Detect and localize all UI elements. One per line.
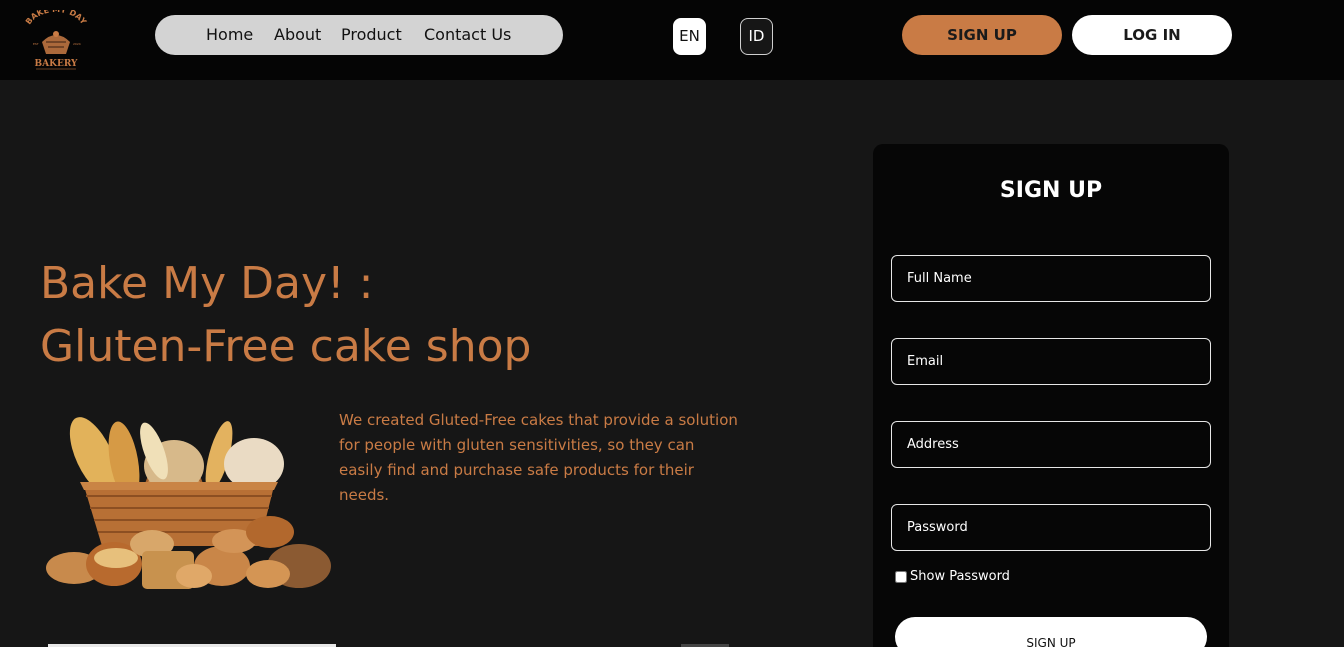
address-input[interactable]	[891, 421, 1211, 468]
nav-home[interactable]: Home	[206, 26, 253, 44]
show-password-toggle[interactable]: Show Password	[895, 569, 1010, 584]
header-login-button[interactable]: LOG IN	[1072, 15, 1232, 55]
svg-text:EST: EST	[33, 42, 39, 46]
svg-text:2024: 2024	[73, 42, 81, 46]
main-nav: Home About Product Contact Us	[155, 15, 563, 55]
header-signup-button[interactable]: SIGN UP	[902, 15, 1062, 55]
signup-submit-button[interactable]: SIGN UP	[895, 617, 1207, 647]
nav-contact-us[interactable]: Contact Us	[424, 26, 511, 44]
nav-product[interactable]: Product	[341, 26, 402, 44]
lang-id-button[interactable]: ID	[740, 18, 773, 55]
hero-title-line2: Gluten-Free cake shop	[40, 321, 532, 372]
full-name-input[interactable]	[891, 255, 1211, 302]
hero-title-line1: Bake My Day! :	[40, 258, 374, 309]
hero-description: We created Gluted-Free cakes that provid…	[339, 411, 738, 504]
logo-bakery-text: BAKERY	[35, 59, 78, 69]
email-input[interactable]	[891, 338, 1211, 385]
signup-form-card: SIGN UP Show Password SIGN UP	[873, 144, 1229, 647]
nav-about[interactable]: About	[274, 26, 321, 44]
lang-en-button[interactable]: EN	[673, 18, 706, 55]
top-header: BAKE MY DAY EST 2024 BAKERY Home About P…	[0, 0, 1344, 80]
logo-arc-text: BAKE MY DAY	[24, 10, 88, 26]
show-password-label: Show Password	[910, 569, 1010, 584]
hero-title: Bake My Day! : Gluten-Free cake shop	[40, 252, 660, 378]
bread-basket-image	[46, 417, 331, 589]
signup-form-title: SIGN UP	[999, 178, 1103, 203]
bakery-logo[interactable]: BAKE MY DAY EST 2024 BAKERY	[20, 10, 92, 72]
show-password-checkbox[interactable]	[895, 570, 907, 583]
password-input[interactable]	[891, 504, 1211, 551]
